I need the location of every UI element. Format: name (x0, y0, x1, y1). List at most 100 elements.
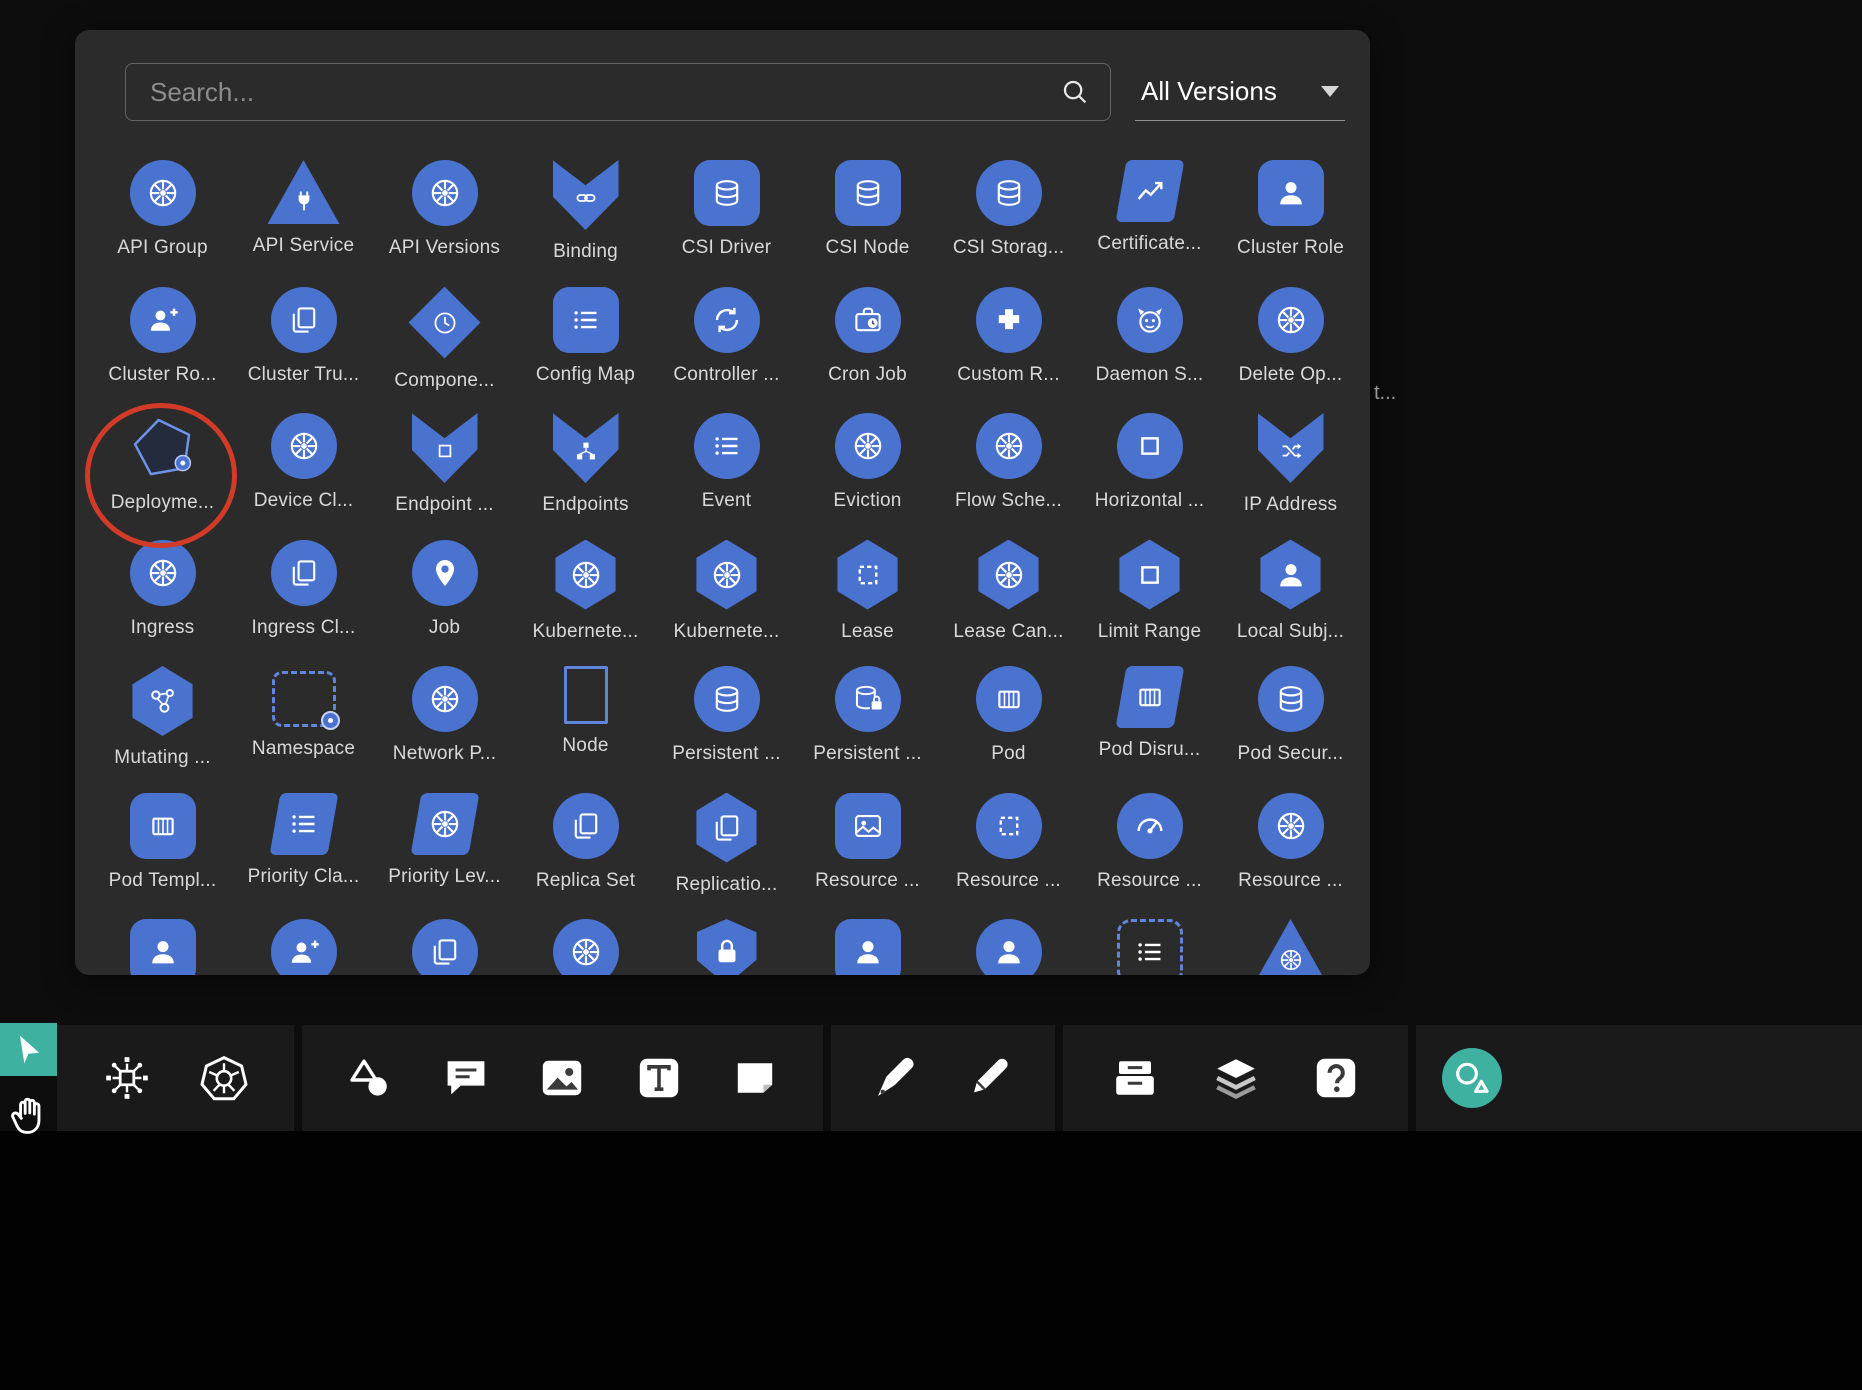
pan-tool-button[interactable] (6, 1086, 52, 1148)
grid-item[interactable]: IP Address (1220, 413, 1361, 540)
search-box[interactable] (125, 63, 1111, 121)
resource-label: Mutating ... (114, 747, 210, 769)
grid-item[interactable]: Job (374, 540, 515, 667)
grid-item[interactable]: Device Cl... (233, 413, 374, 540)
archive-tool-button[interactable] (1107, 1050, 1163, 1106)
grid-item[interactable] (1220, 919, 1361, 975)
grid-item[interactable]: Resource ... (1079, 793, 1220, 920)
priority-cla-icon (269, 793, 338, 855)
list-glyph-icon (1133, 935, 1167, 969)
grid-item[interactable]: Pod Secur... (1220, 666, 1361, 793)
shape-library-tool-button[interactable] (1442, 1048, 1502, 1108)
grid-item[interactable]: Horizontal ... (1079, 413, 1220, 540)
grid-item[interactable]: Cluster Ro... (92, 287, 233, 414)
resource-grid: API GroupAPI ServiceAPI VersionsBindingC… (92, 160, 1361, 975)
grid-item[interactable]: Event (656, 413, 797, 540)
grid-item[interactable]: Endpoint ... (374, 413, 515, 540)
grid-item[interactable]: Replicatio... (656, 793, 797, 920)
grid-item[interactable]: API Group (92, 160, 233, 287)
box-glyph-icon (433, 439, 457, 463)
grid-item[interactable]: Pod Disru... (1079, 666, 1220, 793)
grid-item[interactable]: Config Map (515, 287, 656, 414)
mutating-icon (131, 666, 195, 736)
grid-item[interactable] (938, 919, 1079, 975)
resource-label: Certificate... (1097, 233, 1201, 255)
grid-item[interactable]: Namespace (233, 666, 374, 793)
grid-item[interactable]: Network P... (374, 666, 515, 793)
note-tool-button[interactable] (727, 1050, 783, 1106)
grid-item[interactable]: Mutating ... (92, 666, 233, 793)
pencil-tool-button[interactable] (962, 1050, 1018, 1106)
grid-item[interactable] (233, 919, 374, 975)
grid-item[interactable]: CSI Driver (656, 160, 797, 287)
help-icon (1312, 1054, 1360, 1102)
grid-item[interactable]: Lease Can... (938, 540, 1079, 667)
grid-item[interactable]: Pod (938, 666, 1079, 793)
grid-item[interactable]: Priority Cla... (233, 793, 374, 920)
grid-item[interactable]: Ingress (92, 540, 233, 667)
grid-item[interactable]: Resource ... (938, 793, 1079, 920)
resource-label: Local Subj... (1237, 621, 1344, 643)
grid-item[interactable]: API Versions (374, 160, 515, 287)
grid-item[interactable]: Pod Templ... (92, 793, 233, 920)
grid-item[interactable]: Resource ... (1220, 793, 1361, 920)
search-input[interactable] (126, 77, 1060, 108)
grid-item[interactable]: Compone... (374, 287, 515, 414)
search-icon[interactable] (1060, 77, 1090, 107)
grid-item[interactable]: Node (515, 666, 656, 793)
grid-item[interactable] (515, 919, 656, 975)
layers-tool-button[interactable] (1208, 1050, 1264, 1106)
grid-item[interactable]: Lease (797, 540, 938, 667)
grid-item[interactable]: API Service (233, 160, 374, 287)
grid-item[interactable] (797, 919, 938, 975)
grid-item[interactable]: Custom R... (938, 287, 1079, 414)
grid-item[interactable]: Persistent ... (797, 666, 938, 793)
grid-item[interactable]: Ingress Cl... (233, 540, 374, 667)
grid-item[interactable]: Cluster Role (1220, 160, 1361, 287)
grid-item[interactable]: Delete Op... (1220, 287, 1361, 414)
clipped-canvas-text: t... (1374, 382, 1396, 405)
comment-tool-button[interactable] (438, 1050, 494, 1106)
grid-item[interactable]: Kubernete... (656, 540, 797, 667)
kubernetes-icon (200, 1054, 248, 1102)
grid-item[interactable]: Daemon S... (1079, 287, 1220, 414)
grid-item[interactable] (656, 919, 797, 975)
grid-item[interactable]: Flow Sche... (938, 413, 1079, 540)
container-glyph-icon (992, 682, 1026, 716)
image-tool-button[interactable] (534, 1050, 590, 1106)
select-tool-button[interactable] (0, 1023, 57, 1076)
grid-item[interactable]: Controller ... (656, 287, 797, 414)
grid-item[interactable]: Priority Lev... (374, 793, 515, 920)
grid-item[interactable] (374, 919, 515, 975)
grid-item[interactable]: Endpoints (515, 413, 656, 540)
grid-item[interactable]: Kubernete... (515, 540, 656, 667)
grid-item[interactable] (92, 919, 233, 975)
person-plus-glyph-icon (146, 303, 180, 337)
plug-glyph-icon (291, 188, 317, 214)
version-filter-dropdown[interactable]: All Versions (1135, 63, 1345, 121)
grid-item[interactable]: Binding (515, 160, 656, 287)
grid-item[interactable]: Local Subj... (1220, 540, 1361, 667)
resource-icon (835, 793, 901, 859)
grid-item[interactable]: Persistent ... (656, 666, 797, 793)
resource-icon (1258, 793, 1324, 859)
grid-item[interactable]: CSI Node (797, 160, 938, 287)
grid-item[interactable]: Certificate... (1079, 160, 1220, 287)
grid-item[interactable]: Eviction (797, 413, 938, 540)
grid-item[interactable]: Cron Job (797, 287, 938, 414)
graph-tool-button[interactable] (99, 1050, 155, 1106)
help-tool-button[interactable] (1308, 1050, 1364, 1106)
pen-tool-button[interactable] (868, 1050, 924, 1106)
grid-item[interactable]: Limit Range (1079, 540, 1220, 667)
shapes-tool-button[interactable] (342, 1050, 398, 1106)
grid-item[interactable]: Cluster Tru... (233, 287, 374, 414)
grid-item[interactable]: Deployme... (92, 413, 233, 540)
kubernetes-tool-button[interactable] (196, 1050, 252, 1106)
grid-item[interactable]: Replica Set (515, 793, 656, 920)
grid-item[interactable] (1079, 919, 1220, 975)
resource-label: Deployme... (111, 492, 215, 514)
grid-item[interactable]: Resource ... (797, 793, 938, 920)
grid-item[interactable]: CSI Storag... (938, 160, 1079, 287)
kubernete-icon (554, 540, 618, 610)
text-tool-button[interactable] (631, 1050, 687, 1106)
